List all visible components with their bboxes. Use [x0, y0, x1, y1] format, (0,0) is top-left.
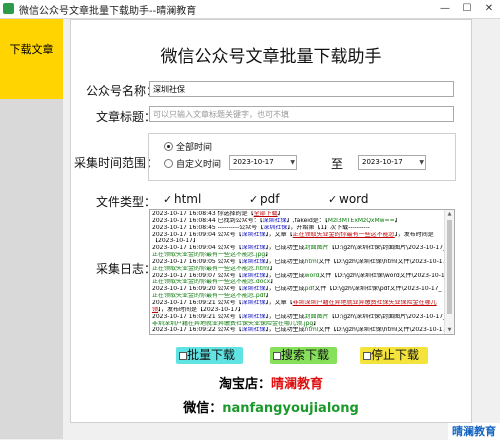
minimize-button[interactable]: — — [434, 0, 456, 18]
search-download-label: 搜索下载 — [281, 348, 330, 362]
brand-tab[interactable]: 晴澜教育 — [448, 423, 500, 440]
search-icon — [273, 352, 281, 360]
log-line: 2023-10-17 16:09:21 公众号【深圳社保】，已成功生成封面图片【… — [152, 313, 444, 320]
log-line: 正在领取失业金的你最有一些这不能忽.pdf】 — [152, 293, 272, 300]
account-label: 公众号名称： — [86, 84, 159, 98]
scroll-down-icon[interactable]: ▼ — [445, 327, 454, 333]
tab-download-articles[interactable]: 下载文章 — [0, 19, 63, 99]
all-time-radio[interactable] — [164, 142, 173, 151]
chevron-down-icon: ▼ — [419, 159, 424, 166]
play-icon — [179, 352, 187, 360]
close-button[interactable]: ✕ — [478, 0, 500, 18]
log-line: 正在领取失业金的你最有一些这不能忽.html】 — [152, 265, 276, 272]
promo-wechat-value: nanfangyoujialong — [222, 401, 359, 416]
log-line: 2023-10-17 16:09:04 公众号【深圳社保】，已成功生成封面图片【… — [152, 245, 444, 252]
title-bar: 微信公众号文章批量下载助手--晴澜教育 — ☐ ✕ — [0, 0, 500, 19]
article-title-input[interactable]: 可以只输入文章标题关键字，也可不填 — [149, 106, 454, 122]
log-line: 正在领取失业金的你最有一些这不能忽.docx】 — [152, 279, 277, 286]
log-line: 2023-10-17 16:09:22 公众号【深圳社保】，已成功生成html文… — [152, 327, 444, 334]
check-icon: ✓ — [163, 193, 173, 206]
batch-download-label: 批量下载 — [187, 348, 236, 362]
time-range-label: 采集时间范围： — [74, 156, 159, 170]
window-title: 微信公众号文章批量下载助手--晴澜教育 — [19, 6, 197, 17]
end-date-value: 2023-10-17 — [362, 158, 403, 166]
pdf-checkbox[interactable]: ✓ pdf — [249, 192, 279, 206]
to-label: 至 — [331, 157, 344, 171]
promo-wechat-key: 微信： — [183, 401, 223, 416]
log-scroll-thumb[interactable] — [447, 220, 452, 314]
promo-wechat: 微信：nanfangyoujialong — [70, 397, 472, 416]
log-line: 2023-10-17 16:08:43 你选择的是【全部下载】 — [152, 211, 284, 217]
search-download-button[interactable]: 搜索下载 — [270, 347, 337, 364]
promo-shop: 淘宝店：晴澜教育 — [70, 373, 472, 392]
log-textarea[interactable]: 2023-10-17 16:08:43 你选择的是【全部下载】 2023-10-1… — [149, 209, 455, 335]
all-time-label: 全部时间 — [176, 143, 213, 153]
log-line: 2023-10-17 16:09:05 公众号【深圳社保】，已成功生成html文… — [152, 258, 444, 265]
log-line: 2023-10-17 16:09:20 公众号【深圳社保】，已成功生成pdf文件… — [152, 286, 442, 293]
account-name-input[interactable]: 深圳社保 — [149, 81, 454, 97]
batch-download-button[interactable]: 批量下载 — [176, 347, 243, 364]
log-line: 2023-10-17 16:09:04 公众号【深圳社保】，文章【正在领取失业金… — [152, 231, 434, 238]
maximize-button[interactable]: ☐ — [456, 0, 478, 18]
pdf-checkbox-label: pdf — [260, 192, 280, 206]
log-line: 【2023-10-17】 — [152, 238, 199, 245]
log-scrollbar[interactable]: ▲ ▼ — [444, 210, 454, 334]
app-icon — [3, 3, 14, 14]
custom-time-radio[interactable] — [164, 159, 173, 168]
log-line: 2023-10-17 16:09:07 公众号【深圳社保】，已成功生成word文… — [152, 272, 444, 279]
right-gutter — [473, 19, 500, 419]
start-date-value: 2023-10-17 — [233, 158, 274, 166]
log-label: 采集日志： — [96, 262, 157, 276]
end-date-picker[interactable]: 2023-10-17 ▼ — [358, 155, 426, 170]
stop-download-button[interactable]: 停止下载 — [360, 347, 428, 364]
html-checkbox-label: html — [174, 192, 202, 206]
account-name-value: 深圳社保 — [153, 85, 185, 94]
article-title-placeholder: 可以只输入文章标题关键字，也可不填 — [153, 110, 289, 119]
check-icon: ✓ — [249, 193, 259, 206]
log-line: 领】，发布时间是【2023-10-17】 — [152, 306, 244, 313]
stop-download-label: 停止下载 — [371, 348, 420, 362]
log-line: 正在领取失业金的你最有一些这不能忽.jpg】 — [152, 252, 272, 259]
word-checkbox-label: word — [339, 192, 369, 206]
word-checkbox[interactable]: ✓ word — [328, 192, 369, 206]
custom-time-label: 自定义时间 — [176, 160, 222, 170]
page-title: 微信公众号文章批量下载助手 — [160, 47, 382, 67]
start-date-picker[interactable]: 2023-10-17 ▼ — [229, 155, 297, 170]
tab-download-articles-label: 下载文章 — [9, 43, 54, 56]
log-line: 非圳深圳户籍在异地就业异缴费社保失业保险金在哪儿领.jpg】 — [152, 320, 320, 327]
log-line: 2023-10-17 16:08:44 已找到公众号：【深圳社保】,fakeid… — [152, 217, 401, 224]
html-checkbox[interactable]: ✓ html — [163, 192, 201, 206]
log-line: 2023-10-17 16:09:21 公众号【深圳社保】，文章【非圳深圳户籍在… — [152, 299, 437, 306]
promo-shop-value: 晴澜教育 — [271, 377, 324, 392]
stop-icon — [363, 352, 371, 360]
title-label: 文章标题： — [96, 110, 157, 124]
scroll-up-icon[interactable]: ▲ — [445, 211, 454, 217]
promo-shop-key: 淘宝店： — [218, 377, 271, 392]
check-icon: ✓ — [328, 193, 338, 206]
log-lines: 2023-10-17 16:08:43 你选择的是【全部下载】 2023-10-1… — [152, 211, 444, 334]
log-line: 2023-10-17 16:08:45 ----------公众号【深圳社保】，… — [152, 224, 370, 231]
sidebar: 下载文章 — [0, 19, 63, 439]
file-type-label: 文件类型： — [96, 195, 157, 209]
chevron-down-icon: ▼ — [290, 159, 295, 166]
